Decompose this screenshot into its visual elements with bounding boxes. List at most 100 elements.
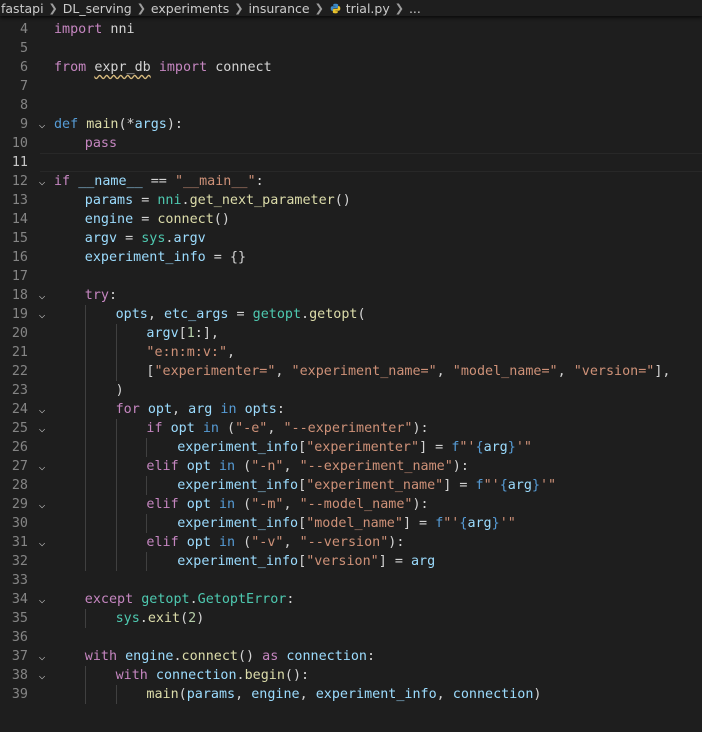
fold-chevron-icon[interactable]: ⌵ — [36, 400, 48, 419]
indent-guide — [146, 514, 148, 533]
code-text: elif opt in ("-v", "--version"): — [146, 535, 405, 550]
fold-chevron-icon[interactable]: ⌵ — [36, 419, 48, 438]
line-number: 11 — [11, 155, 28, 170]
chevron-right-icon: ❯ — [48, 1, 58, 15]
code-line[interactable]: 37 ⌵ with engine.connect() as connection: — [0, 647, 702, 666]
code-line[interactable]: 23) — [0, 381, 702, 400]
code-line[interactable]: 17 — [0, 267, 702, 286]
fold-chevron-icon[interactable]: ⌵ — [36, 457, 48, 476]
code-line[interactable]: 29 ⌵ elif opt in ("-m", "--model_name"): — [0, 495, 702, 514]
code-line[interactable]: 10 pass — [0, 134, 702, 153]
code-text: experiment_info["experimenter"] = f"'{ar… — [177, 440, 532, 455]
indent-guide — [115, 324, 117, 343]
indent-guide — [84, 476, 86, 495]
code-line[interactable]: 18 ⌵ try: — [0, 286, 702, 305]
indent-guide — [84, 666, 86, 685]
code-text: sys.exit(2) — [115, 611, 205, 626]
code-line[interactable]: 13 params = nni.get_next_parameter() — [0, 191, 702, 210]
indent-guide — [115, 438, 117, 457]
fold-chevron-icon[interactable]: ⌵ — [36, 647, 48, 666]
line-number: 19 — [11, 307, 28, 322]
indent-guide — [84, 685, 86, 704]
code-line[interactable]: 26 experiment_info["experimenter"] = f"'{… — [0, 438, 702, 457]
line-number: 9 — [19, 117, 28, 132]
code-line[interactable]: 30 experiment_info["model_name"] = f"'{ar… — [0, 514, 702, 533]
code-text: with engine.connect() as connection: — [84, 649, 376, 664]
code-line[interactable]: 24 ⌵ for opt, arg in opts: — [0, 400, 702, 419]
code-line[interactable]: 33 — [0, 571, 702, 590]
fold-chevron-icon[interactable]: ⌵ — [36, 533, 48, 552]
code-line[interactable]: 32 experiment_info["version"] = arg — [0, 552, 702, 571]
code-text: try: — [84, 288, 118, 303]
code-line[interactable]: 11 — [0, 153, 702, 172]
line-number: 17 — [11, 269, 28, 284]
code-line[interactable]: 31 ⌵ elif opt in ("-v", "--version"): — [0, 533, 702, 552]
code-line[interactable]: 5 — [0, 39, 702, 58]
code-line[interactable]: 8 — [0, 96, 702, 115]
line-number: 28 — [11, 478, 28, 493]
code-line[interactable]: 34 ⌵ except getopt.GetoptError: — [0, 590, 702, 609]
code-line[interactable]: 19 ⌵ opts, etc_args = getopt.getopt( — [0, 305, 702, 324]
code-text: experiment_info["experiment_name"] = f"'… — [177, 478, 557, 493]
fold-chevron-icon[interactable]: ⌵ — [36, 590, 48, 609]
code-text: if __name__ == "__main__": — [54, 174, 264, 189]
fold-chevron-icon[interactable]: ⌵ — [36, 305, 48, 324]
breadcrumb-item-experiments[interactable]: experiments — [150, 1, 230, 16]
chevron-right-icon: ❯ — [314, 1, 324, 15]
breadcrumb-item-insurance[interactable]: insurance — [247, 1, 310, 16]
indent-guide — [115, 362, 117, 381]
breadcrumb-symbols[interactable]: ... — [408, 1, 422, 16]
indent-guide — [115, 457, 117, 476]
indent-guide — [84, 457, 86, 476]
line-number: 31 — [11, 535, 28, 550]
line-number: 15 — [11, 231, 28, 246]
line-number: 23 — [11, 383, 28, 398]
code-line[interactable]: 9 ⌵ def main(*args): — [0, 115, 702, 134]
code-line[interactable]: 12 ⌵ if __name__ == "__main__": — [0, 172, 702, 191]
code-line[interactable]: 22 ["experimenter=", "experiment_name=", … — [0, 362, 702, 381]
code-editor[interactable]: 4 import nni 5 6 from expr_db import connect… — [0, 16, 702, 704]
code-line[interactable]: 16 experiment_info = {} — [0, 248, 702, 267]
line-number: 36 — [11, 630, 28, 645]
code-text: def main(*args): — [54, 117, 183, 132]
breadcrumb-item-fastapi[interactable]: fastapi — [0, 1, 45, 16]
code-line[interactable]: 39 main(params, engine, experiment_info, … — [0, 685, 702, 704]
line-number: 39 — [11, 687, 28, 702]
indent-guide — [115, 552, 117, 571]
code-line[interactable]: 27 ⌵ elif opt in ("-n", "--experiment_name… — [0, 457, 702, 476]
indent-guide — [115, 533, 117, 552]
code-line[interactable]: 36 — [0, 628, 702, 647]
code-line[interactable]: 20 argv[1:], — [0, 324, 702, 343]
breadcrumb-item-file[interactable]: trial.py — [345, 1, 391, 16]
breadcrumb-item-dl-serving[interactable]: DL_serving — [62, 1, 133, 16]
fold-chevron-icon[interactable]: ⌵ — [36, 495, 48, 514]
code-text: except getopt.GetoptError: — [84, 592, 295, 607]
code-line[interactable]: 28 experiment_info["experiment_name"] = f… — [0, 476, 702, 495]
line-number: 25 — [11, 421, 28, 436]
indent-guide — [115, 343, 117, 362]
fold-chevron-icon[interactable]: ⌵ — [36, 666, 48, 685]
indent-guide — [84, 533, 86, 552]
fold-chevron-icon[interactable]: ⌵ — [36, 115, 48, 134]
code-line[interactable]: 15 argv = sys.argv — [0, 229, 702, 248]
line-number: 38 — [11, 668, 28, 683]
code-text: main(params, engine, experiment_info, co… — [146, 687, 542, 702]
line-number: 5 — [19, 41, 28, 56]
code-line[interactable]: 7 — [0, 77, 702, 96]
code-text: elif opt in ("-n", "--experiment_name"): — [146, 459, 469, 474]
chevron-right-icon: ❯ — [394, 1, 404, 15]
code-line[interactable]: 21 "e:n:m:v:", — [0, 343, 702, 362]
indent-guide — [115, 514, 117, 533]
code-line[interactable]: 6 from expr_db import connect — [0, 58, 702, 77]
code-line[interactable]: 4 import nni — [0, 20, 702, 39]
indent-guide — [84, 343, 86, 362]
code-line[interactable]: 25 ⌵ if opt in ("-e", "--experimenter"): — [0, 419, 702, 438]
fold-chevron-icon[interactable]: ⌵ — [36, 286, 48, 305]
code-line[interactable]: 35 sys.exit(2) — [0, 609, 702, 628]
line-number: 20 — [11, 326, 28, 341]
fold-chevron-icon[interactable]: ⌵ — [36, 172, 48, 191]
line-number: 24 — [11, 402, 28, 417]
code-line[interactable]: 14 engine = connect() — [0, 210, 702, 229]
code-line[interactable]: 38 ⌵ with connection.begin(): — [0, 666, 702, 685]
code-text: for opt, arg in opts: — [115, 402, 285, 417]
